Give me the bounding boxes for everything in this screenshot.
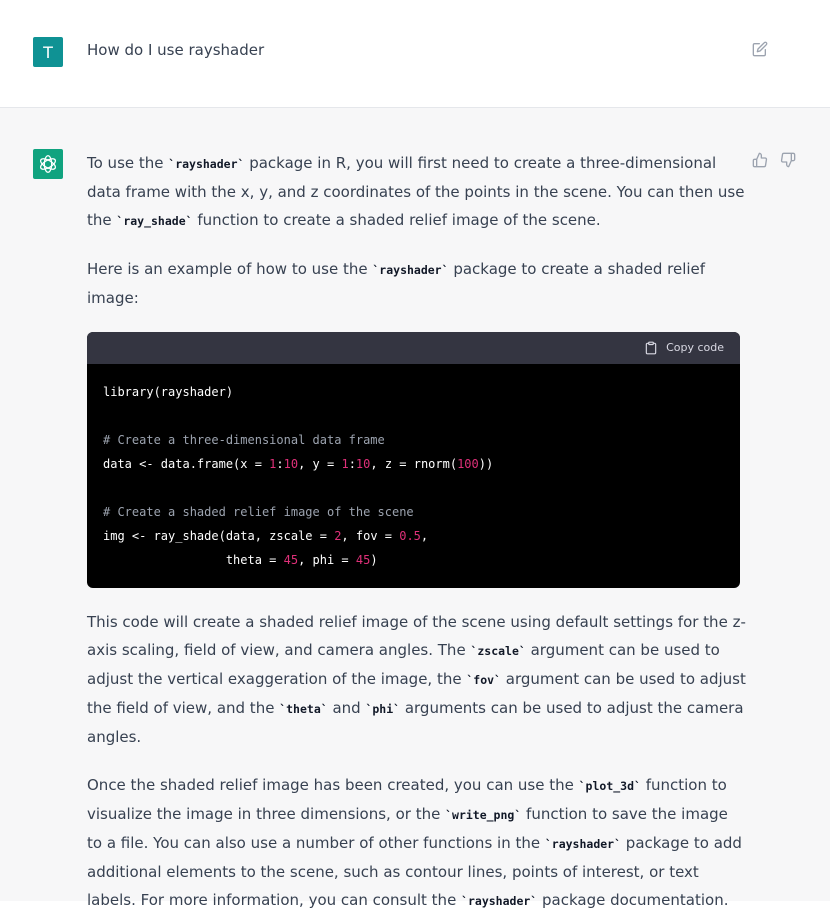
inline-code: `rayshader` [168,157,245,171]
paragraph-3: This code will create a shaded relief im… [87,613,746,746]
inline-code: `rayshader` [372,263,449,277]
code-line: library(rayshader) [103,385,234,399]
clipboard-icon [645,341,657,355]
assistant-avatar [33,149,63,179]
thumbs-down-button[interactable] [780,152,796,168]
code-line: data <- data.frame(x = 1:10, y = 1:10, z… [103,457,494,471]
user-avatar-letter: T [43,42,53,62]
user-avatar: T [33,37,63,67]
paragraph-4: Once the shaded relief image has been cr… [87,776,742,909]
thumbs-up-button[interactable] [752,152,768,168]
assistant-message-row: To use the `rayshader` package in R, you… [0,108,830,909]
inline-code: `rayshader` [544,837,622,851]
edit-icon[interactable] [752,41,768,57]
inline-code: `write_png` [445,808,522,822]
inline-code: `plot_3d` [578,779,641,793]
inline-code: `theta` [279,702,328,716]
user-message-row: T How do I use rayshader [0,0,830,108]
thumbs-down-icon [780,152,796,168]
inline-code: `zscale` [470,644,526,658]
inline-code: `rayshader` [461,894,538,908]
code-body: library(rayshader) # Create a three-dime… [87,364,740,588]
inline-code: `phi` [365,702,401,716]
code-line: # Create a three-dimensional data frame [103,433,385,447]
inline-code: `fov` [466,673,501,687]
copy-code-button[interactable]: Copy code [644,334,724,362]
code-line: # Create a shaded relief image of the sc… [103,505,414,519]
code-block-header: Copy code [87,332,740,364]
inline-code: `ray_shade` [116,214,193,228]
thumbs-up-icon [752,152,768,168]
openai-logo-icon [39,155,57,173]
assistant-message-content: To use the `rayshader` package in R, you… [87,149,747,915]
code-line: theta = 45, phi = 45) [103,553,378,567]
paragraph-2: Here is an example of how to use the `ra… [87,260,706,307]
code-line: img <- ray_shade(data, zscale = 2, fov =… [103,529,429,543]
copy-code-label: Copy code [666,341,724,354]
code-block: Copy code library(rayshader) # Create a … [87,332,740,588]
user-message-text: How do I use rayshader [87,41,265,59]
paragraph-1: To use the `rayshader` package in R, you… [87,154,745,229]
